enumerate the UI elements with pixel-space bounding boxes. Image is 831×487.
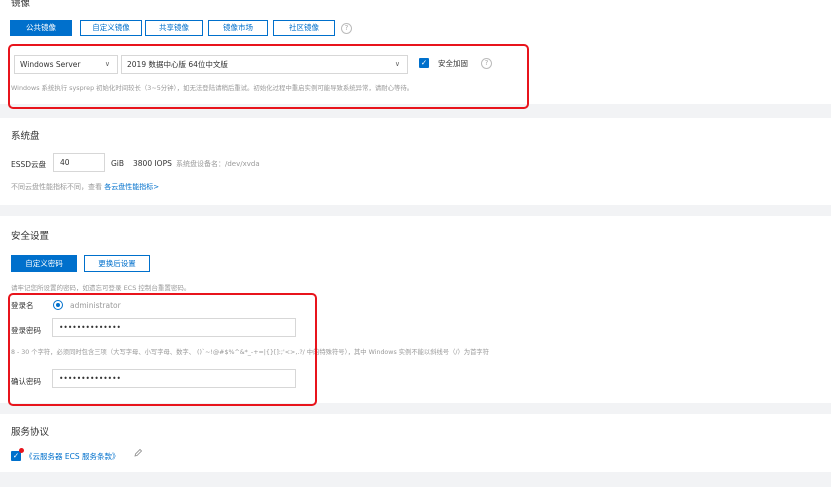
edit-icon[interactable] bbox=[133, 448, 143, 460]
help-icon[interactable]: ? bbox=[341, 23, 352, 34]
agreement-link[interactable]: 《云服务器 ECS 服务条款》 bbox=[25, 451, 120, 462]
os-select-value: Windows Server bbox=[20, 60, 81, 69]
login-name-label: 登录名 bbox=[11, 301, 34, 310]
disk-perf-note-text: 不同云盘性能指标不同，查看 bbox=[11, 183, 102, 191]
security-hardening-label: 安全加固 bbox=[438, 59, 468, 68]
chevron-down-icon: ∨ bbox=[104, 60, 110, 68]
os-select[interactable]: Windows Server ∨ bbox=[14, 55, 118, 74]
version-select-value: 2019 数据中心版 64位中文版 bbox=[127, 60, 228, 69]
disk-device-name: 系统盘设备名：/dev/xvda bbox=[176, 160, 260, 168]
system-disk-section: 系统盘 ESSD云盘 40 GiB 3800 IOPS 系统盘设备名：/dev/… bbox=[0, 118, 831, 205]
radio-dot bbox=[56, 303, 60, 307]
help-icon[interactable]: ? bbox=[481, 58, 492, 69]
security-section: 安全设置 自定义密码 更换后设置 请牢记您所设置的密码，如遗忘可登录 ECS 控… bbox=[0, 216, 831, 403]
tab-shared-image[interactable]: 共享镜像 bbox=[145, 20, 203, 36]
agreement-section: 服务协议 ✓ 《云服务器 ECS 服务条款》 bbox=[0, 414, 831, 472]
tab-public-image[interactable]: 公共镜像 bbox=[10, 20, 72, 36]
disk-perf-note: 不同云盘性能指标不同，查看 各云盘性能指标> bbox=[11, 182, 159, 192]
tab-custom-image[interactable]: 自定义镜像 bbox=[80, 20, 142, 36]
disk-type-label: ESSD云盘 bbox=[11, 160, 47, 169]
password-hint: 请牢记您所设置的密码，如遗忘可登录 ECS 控制台重置密码。 bbox=[11, 284, 191, 292]
login-name-value: administrator bbox=[70, 301, 121, 310]
confirm-password-label: 确认密码 bbox=[11, 377, 41, 386]
version-select[interactable]: 2019 数据中心版 64位中文版 ∨ bbox=[121, 55, 408, 74]
tab-community-image[interactable]: 社区镜像 bbox=[273, 20, 335, 36]
agreement-title: 服务协议 bbox=[11, 427, 50, 438]
disk-size-unit: GiB bbox=[111, 159, 125, 168]
password-label: 登录密码 bbox=[11, 326, 41, 335]
security-title: 安全设置 bbox=[11, 231, 50, 242]
required-dot bbox=[19, 448, 24, 453]
login-name-radio[interactable] bbox=[53, 300, 63, 310]
chevron-down-icon: ∨ bbox=[394, 60, 400, 68]
sysprep-note: Windows 系统执行 sysprep 初始化时间较长（3~5分钟），如无法登… bbox=[11, 84, 414, 92]
system-disk-title: 系统盘 bbox=[11, 131, 40, 142]
image-section: 镜像 公共镜像 自定义镜像 共享镜像 镜像市场 社区镜像 ? Windows S… bbox=[0, 0, 831, 104]
disk-perf-link[interactable]: 各云盘性能指标> bbox=[104, 183, 159, 191]
custom-password-button[interactable]: 自定义密码 bbox=[11, 255, 77, 272]
password-rule: 8 - 30 个字符，必须同时包含三项（大写字母、小写字母、数字、 ()`~!@… bbox=[11, 349, 489, 356]
password-input[interactable]: •••••••••••••• bbox=[52, 318, 296, 337]
image-section-title: 镜像 bbox=[11, 0, 31, 9]
confirm-password-input[interactable]: •••••••••••••• bbox=[52, 369, 296, 388]
set-later-button[interactable]: 更换后设置 bbox=[84, 255, 150, 272]
disk-iops: 3800 IOPS bbox=[133, 159, 172, 168]
security-hardening-checkbox[interactable]: ✓ bbox=[419, 58, 429, 68]
tab-image-market[interactable]: 镜像市场 bbox=[208, 20, 268, 36]
disk-size-input[interactable]: 40 bbox=[53, 153, 105, 172]
